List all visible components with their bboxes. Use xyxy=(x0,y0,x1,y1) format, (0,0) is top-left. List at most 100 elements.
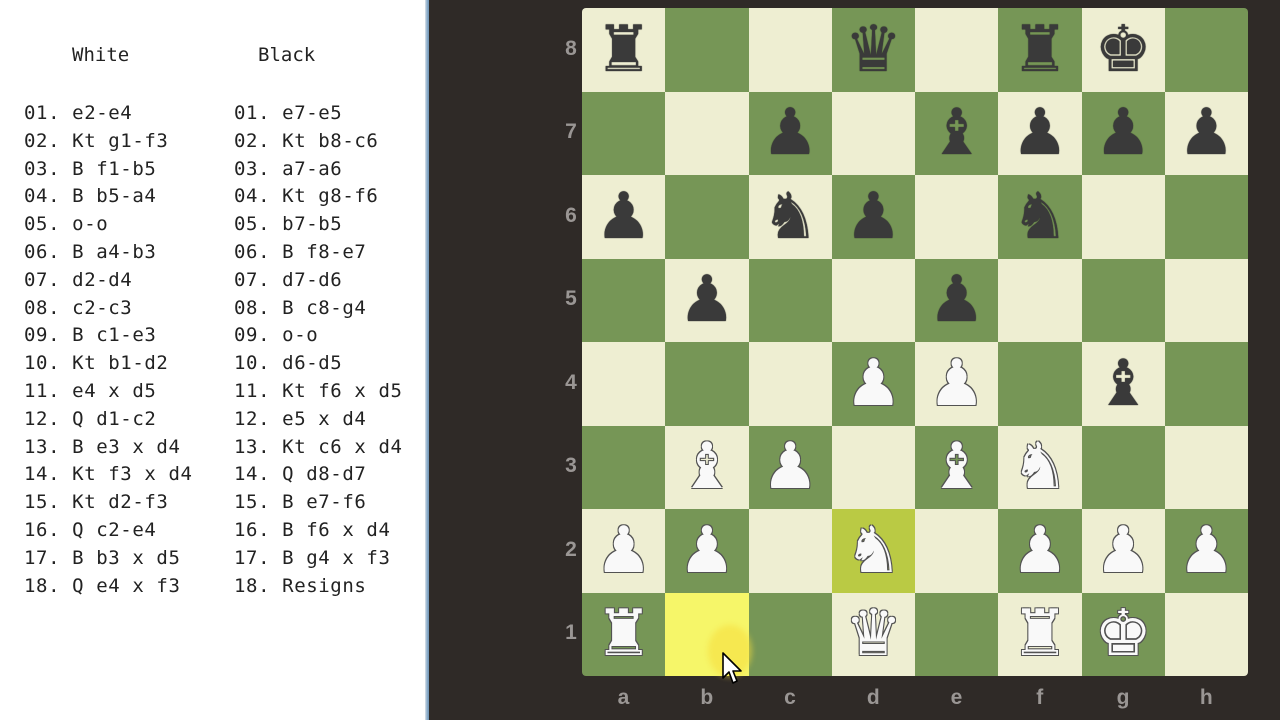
black-pawn-icon[interactable]: ♟ xyxy=(678,268,735,332)
white-pawn-icon[interactable]: ♟ xyxy=(928,352,985,416)
square-d8[interactable]: ♛ xyxy=(831,8,915,92)
black-king-icon[interactable]: ♚ xyxy=(1094,18,1151,82)
square-a1[interactable]: ♜ xyxy=(582,592,666,676)
square-h8[interactable] xyxy=(1164,8,1248,92)
white-bishop-icon[interactable]: ♝ xyxy=(678,435,735,499)
square-e6[interactable] xyxy=(915,175,999,259)
white-knight-icon[interactable]: ♞ xyxy=(845,519,902,583)
square-d4[interactable]: ♟ xyxy=(831,342,915,426)
square-f6[interactable]: ♞ xyxy=(998,175,1082,259)
white-pawn-icon[interactable]: ♟ xyxy=(761,435,818,499)
square-f3[interactable]: ♞ xyxy=(998,425,1082,509)
black-pawn-icon[interactable]: ♟ xyxy=(1178,101,1235,165)
white-rook-icon[interactable]: ♜ xyxy=(595,602,652,666)
white-queen-icon[interactable]: ♛ xyxy=(845,602,902,666)
square-h6[interactable] xyxy=(1164,175,1248,259)
square-f2[interactable]: ♟ xyxy=(998,509,1082,593)
square-d3[interactable] xyxy=(831,425,915,509)
black-rook-icon[interactable]: ♜ xyxy=(1011,18,1068,82)
square-g3[interactable] xyxy=(1081,425,1165,509)
white-pawn-icon[interactable]: ♟ xyxy=(1011,519,1068,583)
square-d1[interactable]: ♛ xyxy=(831,592,915,676)
square-d2[interactable]: ♞ xyxy=(831,509,915,593)
square-d6[interactable]: ♟ xyxy=(831,175,915,259)
white-king-icon[interactable]: ♚ xyxy=(1094,602,1151,666)
square-d7[interactable] xyxy=(831,91,915,175)
black-pawn-icon[interactable]: ♟ xyxy=(1011,101,1068,165)
square-f7[interactable]: ♟ xyxy=(998,91,1082,175)
square-f5[interactable] xyxy=(998,258,1082,342)
white-pawn-icon[interactable]: ♟ xyxy=(1178,519,1235,583)
white-pawn-icon[interactable]: ♟ xyxy=(1094,519,1151,583)
square-c2[interactable] xyxy=(748,509,832,593)
square-a5[interactable] xyxy=(582,258,666,342)
square-f8[interactable]: ♜ xyxy=(998,8,1082,92)
square-e4[interactable]: ♟ xyxy=(915,342,999,426)
square-c4[interactable] xyxy=(748,342,832,426)
square-a4[interactable] xyxy=(582,342,666,426)
black-pawn-icon[interactable]: ♟ xyxy=(595,185,652,249)
square-b4[interactable] xyxy=(665,342,749,426)
square-g7[interactable]: ♟ xyxy=(1081,91,1165,175)
move-entry: 03. B f1-b5 xyxy=(24,157,157,180)
square-h2[interactable]: ♟ xyxy=(1164,509,1248,593)
black-pawn-icon[interactable]: ♟ xyxy=(845,185,902,249)
move-entry: 06. B a4-b3 xyxy=(24,240,157,263)
square-b2[interactable]: ♟ xyxy=(665,509,749,593)
square-g1[interactable]: ♚ xyxy=(1081,592,1165,676)
square-a6[interactable]: ♟ xyxy=(582,175,666,259)
white-knight-icon[interactable]: ♞ xyxy=(1011,435,1068,499)
square-f4[interactable] xyxy=(998,342,1082,426)
black-pawn-icon[interactable]: ♟ xyxy=(761,101,818,165)
white-pawn-icon[interactable]: ♟ xyxy=(845,352,902,416)
black-rook-icon[interactable]: ♜ xyxy=(595,18,652,82)
black-pawn-icon[interactable]: ♟ xyxy=(928,268,985,332)
square-a7[interactable] xyxy=(582,91,666,175)
square-b7[interactable] xyxy=(665,91,749,175)
square-c6[interactable]: ♞ xyxy=(748,175,832,259)
square-f1[interactable]: ♜ xyxy=(998,592,1082,676)
square-a8[interactable]: ♜ xyxy=(582,8,666,92)
square-h7[interactable]: ♟ xyxy=(1164,91,1248,175)
chess-board[interactable]: ♜ ♛ ♜ ♚ ♟ ♝ ♟ ♟ ♟ ♟ ♞ ♟ ♞ ♟ ♟ ♟ ♟ ♝ ♝ ♟ ♝ ♞ ♟ ♟ ♞ ♟ ♟ ♟ ♜ ♛ ♜ ♚ xyxy=(582,8,1248,676)
black-knight-icon[interactable]: ♞ xyxy=(1011,185,1068,249)
square-b3[interactable]: ♝ xyxy=(665,425,749,509)
square-d5[interactable] xyxy=(831,258,915,342)
black-bishop-icon[interactable]: ♝ xyxy=(928,101,985,165)
move-entry: 15. B e7-f6 xyxy=(234,491,367,514)
black-pawn-icon[interactable]: ♟ xyxy=(1094,101,1151,165)
square-c1[interactable] xyxy=(748,592,832,676)
white-pawn-icon[interactable]: ♟ xyxy=(678,519,735,583)
white-bishop-icon[interactable]: ♝ xyxy=(928,435,985,499)
square-g4[interactable]: ♝ xyxy=(1081,342,1165,426)
square-b6[interactable] xyxy=(665,175,749,259)
square-g6[interactable] xyxy=(1081,175,1165,259)
square-a3[interactable] xyxy=(582,425,666,509)
square-c5[interactable] xyxy=(748,258,832,342)
square-g5[interactable] xyxy=(1081,258,1165,342)
square-e7[interactable]: ♝ xyxy=(915,91,999,175)
square-h3[interactable] xyxy=(1164,425,1248,509)
white-pawn-icon[interactable]: ♟ xyxy=(595,519,652,583)
square-e8[interactable] xyxy=(915,8,999,92)
square-b5[interactable]: ♟ xyxy=(665,258,749,342)
square-e2[interactable] xyxy=(915,509,999,593)
square-e5[interactable]: ♟ xyxy=(915,258,999,342)
black-knight-icon[interactable]: ♞ xyxy=(761,185,818,249)
square-b8[interactable] xyxy=(665,8,749,92)
square-g2[interactable]: ♟ xyxy=(1081,509,1165,593)
square-h1[interactable] xyxy=(1164,592,1248,676)
move-entry: 14. Q d8-d7 xyxy=(234,463,367,486)
square-e3[interactable]: ♝ xyxy=(915,425,999,509)
white-rook-icon[interactable]: ♜ xyxy=(1011,602,1068,666)
square-g8[interactable]: ♚ xyxy=(1081,8,1165,92)
square-a2[interactable]: ♟ xyxy=(582,509,666,593)
square-c3[interactable]: ♟ xyxy=(748,425,832,509)
square-h5[interactable] xyxy=(1164,258,1248,342)
square-e1[interactable] xyxy=(915,592,999,676)
black-queen-icon[interactable]: ♛ xyxy=(845,18,902,82)
square-c8[interactable] xyxy=(748,8,832,92)
square-h4[interactable] xyxy=(1164,342,1248,426)
square-c7[interactable]: ♟ xyxy=(748,91,832,175)
black-bishop-icon[interactable]: ♝ xyxy=(1094,352,1151,416)
